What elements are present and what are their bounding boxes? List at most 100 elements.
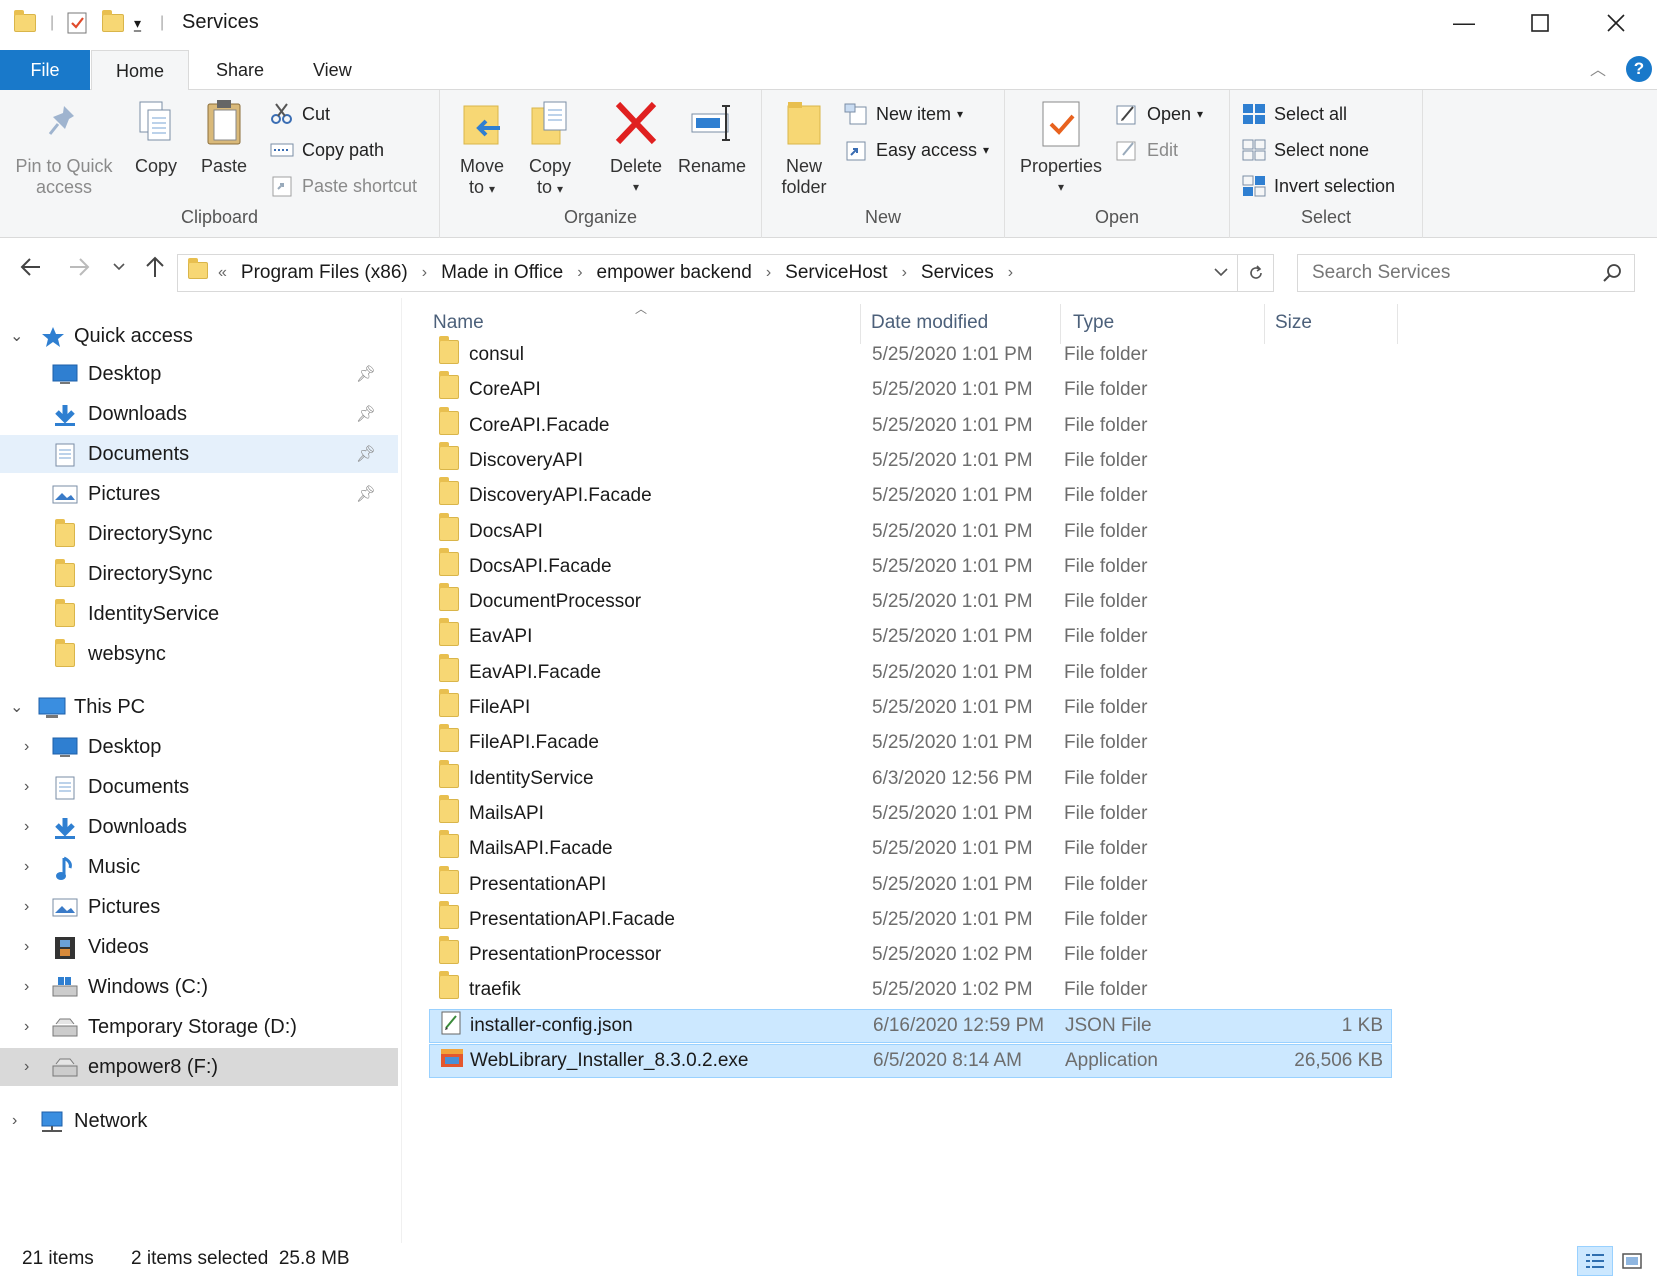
chevron-right-icon[interactable]: ›: [24, 818, 29, 836]
help-icon[interactable]: ?: [1626, 56, 1652, 82]
pin-icon[interactable]: 📌︎: [356, 444, 376, 464]
tab-share[interactable]: Share: [192, 50, 288, 90]
file-row[interactable]: IdentityService 6/3/2020 12:56 PM File fol…: [429, 759, 1392, 796]
chevron-right-icon[interactable]: ›: [24, 898, 29, 916]
chevron-right-icon[interactable]: ›: [24, 858, 29, 876]
chevron-right-icon[interactable]: ›: [24, 778, 29, 796]
maximize-button[interactable]: [1504, 0, 1576, 46]
chevron-right-icon[interactable]: ›: [24, 738, 29, 756]
file-row[interactable]: MailsAPI.Facade 5/25/2020 1:01 PM File fol…: [429, 830, 1392, 866]
minimize-button[interactable]: —: [1428, 0, 1500, 46]
properties-button[interactable]: Properties ▾: [1015, 98, 1107, 198]
pin-icon[interactable]: 📌︎: [356, 404, 376, 424]
sidebar-item-network[interactable]: › Network: [0, 1102, 398, 1140]
forward-arrow-icon[interactable]: [66, 254, 92, 287]
sidebar-item-pc-desktop[interactable]: › Desktop: [0, 728, 398, 766]
column-header-name[interactable]: Name: [433, 312, 484, 334]
file-row[interactable]: PresentationProcessor 5/25/2020 1:02 PM Fi…: [429, 936, 1392, 972]
breadcrumb-chevron-icon[interactable]: ›: [902, 264, 907, 282]
copy-path-button[interactable]: Copy path: [270, 136, 384, 164]
breadcrumb-servicehost[interactable]: ServiceHost: [785, 262, 887, 284]
file-row[interactable]: DocumentProcessor 5/25/2020 1:01 PM File f…: [429, 583, 1392, 619]
sidebar-item-quick-access[interactable]: ⌄ Quick access: [0, 317, 398, 355]
new-item-button[interactable]: New item ▾: [844, 100, 963, 128]
file-row[interactable]: EavAPI.Facade 5/25/2020 1:01 PM File folde…: [429, 653, 1392, 690]
easy-access-button[interactable]: Easy access ▾: [844, 136, 989, 164]
tab-home[interactable]: Home: [91, 50, 190, 91]
invert-selection-button[interactable]: Invert selection: [1242, 172, 1395, 200]
chevron-right-icon[interactable]: ›: [24, 1058, 29, 1076]
edit-button[interactable]: Edit: [1115, 136, 1178, 164]
close-button[interactable]: [1580, 0, 1652, 46]
select-none-button[interactable]: Select none: [1242, 136, 1369, 164]
column-header-size[interactable]: Size: [1275, 312, 1312, 334]
breadcrumb-overflow[interactable]: «: [218, 264, 227, 282]
breadcrumb-empower-backend[interactable]: empower backend: [597, 262, 752, 284]
sidebar-item-identityservice[interactable]: IdentityService: [0, 595, 398, 633]
sidebar-item-pc-pictures[interactable]: › Pictures: [0, 888, 398, 926]
sidebar-item-pc-documents[interactable]: › Documents: [0, 768, 398, 806]
chevron-down-icon[interactable]: ⌄: [10, 326, 23, 346]
properties-qat-icon[interactable]: [66, 10, 88, 36]
new-folder-qat-icon[interactable]: [102, 10, 124, 36]
breadcrumb-program-files[interactable]: Program Files (x86): [241, 262, 408, 284]
search-box[interactable]: Search Services: [1297, 254, 1635, 292]
select-all-button[interactable]: Select all: [1242, 100, 1347, 128]
file-row[interactable]: DocsAPI.Facade 5/25/2020 1:01 PM File fold…: [429, 547, 1392, 584]
sidebar-item-videos[interactable]: › Videos: [0, 928, 398, 966]
chevron-right-icon[interactable]: ›: [12, 1112, 17, 1130]
file-row[interactable]: EavAPI 5/25/2020 1:01 PM File folder: [429, 618, 1392, 654]
sidebar-item-temporary-storage[interactable]: › Temporary Storage (D:): [0, 1008, 398, 1046]
cut-button[interactable]: Cut: [270, 100, 330, 128]
delete-button[interactable]: Delete ▾: [606, 98, 666, 198]
file-row[interactable]: CoreAPI.Facade 5/25/2020 1:01 PM File fold…: [429, 406, 1392, 443]
large-icons-view-icon[interactable]: [1617, 1246, 1647, 1276]
sidebar-item-pictures[interactable]: Pictures 📌︎: [0, 475, 398, 513]
back-arrow-icon[interactable]: [18, 254, 44, 287]
sidebar-item-this-pc[interactable]: ⌄ This PC: [0, 688, 398, 726]
file-row[interactable]: MailsAPI 5/25/2020 1:01 PM File folder: [429, 794, 1392, 831]
sidebar-item-desktop[interactable]: Desktop 📌︎: [0, 355, 398, 393]
breadcrumb-made-in-office[interactable]: Made in Office: [441, 262, 563, 284]
breadcrumb-chevron-icon[interactable]: ›: [1008, 264, 1013, 282]
breadcrumb-chevron-icon[interactable]: ›: [577, 264, 582, 282]
file-row[interactable]: CoreAPI 5/25/2020 1:01 PM File folder: [429, 371, 1392, 407]
file-row[interactable]: installer-config.json 6/16/2020 12:59 PM J…: [429, 1008, 1392, 1043]
details-view-icon[interactable]: [1577, 1246, 1613, 1276]
paste-shortcut-button[interactable]: Paste shortcut: [270, 172, 417, 200]
file-row[interactable]: FileAPI.Facade 5/25/2020 1:01 PM File fold…: [429, 724, 1392, 760]
chevron-right-icon[interactable]: ›: [24, 938, 29, 956]
chevron-right-icon[interactable]: ›: [24, 978, 29, 996]
pin-icon[interactable]: 📌︎: [356, 364, 376, 384]
tab-view[interactable]: View: [289, 50, 376, 90]
up-arrow-icon[interactable]: [142, 254, 168, 287]
refresh-icon[interactable]: [1237, 255, 1273, 291]
address-bar[interactable]: « Program Files (x86) › Made in Office › e…: [177, 254, 1274, 292]
file-row[interactable]: WebLibrary_Installer_8.3.0.2.exe 6/5/2020…: [429, 1044, 1392, 1078]
column-header-type[interactable]: Type: [1073, 312, 1114, 334]
chevron-right-icon[interactable]: ›: [24, 1018, 29, 1036]
sidebar-item-empower8-f[interactable]: › empower8 (F:): [0, 1048, 398, 1086]
file-row[interactable]: DiscoveryAPI 5/25/2020 1:01 PM File folder: [429, 441, 1392, 478]
breadcrumb-chevron-icon[interactable]: ›: [766, 264, 771, 282]
file-row[interactable]: traefik 5/25/2020 1:02 PM File folder: [429, 971, 1392, 1007]
sidebar-item-music[interactable]: › Music: [0, 848, 398, 886]
column-header-date[interactable]: Date modified: [871, 312, 988, 334]
sidebar-item-pc-downloads[interactable]: › Downloads: [0, 808, 398, 846]
open-button[interactable]: Open ▾: [1115, 100, 1203, 128]
breadcrumb-chevron-icon[interactable]: ›: [422, 264, 427, 282]
file-row[interactable]: PresentationAPI 5/25/2020 1:01 PM File fol…: [429, 865, 1392, 902]
pin-icon[interactable]: 📌︎: [356, 484, 376, 504]
file-row[interactable]: DiscoveryAPI.Facade 5/25/2020 1:01 PM File…: [429, 477, 1392, 513]
file-row[interactable]: DocsAPI 5/25/2020 1:01 PM File folder: [429, 512, 1392, 549]
file-row[interactable]: FileAPI 5/25/2020 1:01 PM File folder: [429, 689, 1392, 725]
file-row[interactable]: consul 5/25/2020 1:01 PM File folder: [429, 336, 1392, 372]
file-row[interactable]: PresentationAPI.Facade 5/25/2020 1:01 PM F…: [429, 900, 1392, 937]
search-icon[interactable]: [1602, 263, 1622, 289]
recent-locations-chevron-icon[interactable]: [112, 260, 126, 277]
search-input[interactable]: Search Services: [1312, 262, 1450, 284]
sidebar-item-directorysync[interactable]: DirectorySync: [0, 515, 398, 553]
breadcrumb-services[interactable]: Services: [921, 262, 994, 284]
move-to-button[interactable]: Move to ▾: [454, 98, 510, 200]
paste-button[interactable]: Paste: [194, 98, 254, 177]
